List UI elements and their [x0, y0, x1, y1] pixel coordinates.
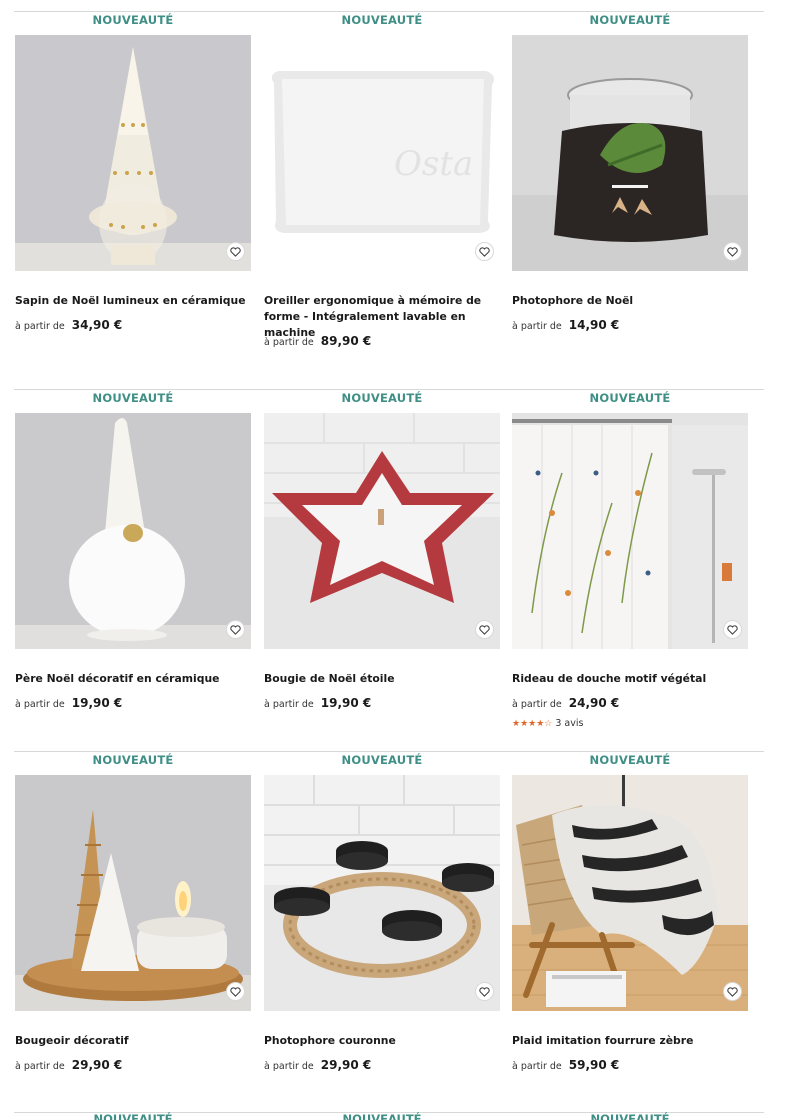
- heart-outline-icon: [230, 986, 241, 997]
- new-badge: NOUVEAUTÉ: [92, 391, 174, 405]
- favorite-button[interactable]: [475, 982, 494, 1001]
- row-divider: [14, 389, 764, 390]
- favorite-button[interactable]: [226, 242, 245, 261]
- product-image[interactable]: [264, 413, 500, 649]
- new-badge: NOUVEAUTÉ: [590, 1112, 670, 1120]
- price-row: à partir de 89,90 €: [264, 334, 371, 348]
- price-prefix: à partir de: [264, 337, 314, 348]
- heart-outline-icon: [727, 246, 738, 257]
- product-price: 89,90 €: [320, 334, 372, 348]
- row-divider: [14, 11, 764, 12]
- new-badge: NOUVEAUTÉ: [341, 13, 423, 27]
- favorite-button[interactable]: [723, 982, 742, 1001]
- new-badge: NOUVEAUTÉ: [342, 1112, 422, 1120]
- favorite-button[interactable]: [723, 242, 742, 261]
- product-image[interactable]: Osta: [264, 35, 500, 271]
- product-name[interactable]: Sapin de Noël lumineux en céramique: [15, 293, 255, 309]
- new-badge: NOUVEAUTÉ: [589, 391, 671, 405]
- product-name[interactable]: Bougie de Noël étoile: [264, 671, 504, 687]
- heart-outline-icon: [479, 624, 490, 635]
- product-price: 29,90 €: [320, 1058, 372, 1072]
- heart-outline-icon: [479, 246, 490, 257]
- heart-outline-icon: [479, 986, 490, 997]
- product-name[interactable]: Bougeoir décoratif: [15, 1033, 255, 1049]
- price-row: à partir de 29,90 €: [15, 1058, 122, 1072]
- product-image[interactable]: [15, 413, 251, 649]
- price-prefix: à partir de: [512, 321, 562, 332]
- price-row: à partir de 59,90 €: [512, 1058, 619, 1072]
- price-row: à partir de 34,90 €: [15, 318, 122, 332]
- new-badge: NOUVEAUTÉ: [93, 1112, 173, 1120]
- favorite-button[interactable]: [226, 982, 245, 1001]
- product-image[interactable]: [512, 413, 748, 649]
- price-row: à partir de 24,90 €: [512, 696, 619, 710]
- product-image[interactable]: [15, 35, 251, 271]
- heart-outline-icon: [230, 246, 241, 257]
- new-badge: NOUVEAUTÉ: [589, 13, 671, 27]
- new-badge: NOUVEAUTÉ: [92, 753, 174, 767]
- new-badge: NOUVEAUTÉ: [589, 753, 671, 767]
- new-badge: NOUVEAUTÉ: [92, 13, 174, 27]
- review-count[interactable]: 3 avis: [555, 718, 583, 729]
- svg-text:Osta: Osta: [394, 144, 473, 184]
- price-prefix: à partir de: [264, 699, 314, 710]
- product-price: 19,90 €: [320, 696, 372, 710]
- product-image[interactable]: [512, 35, 748, 271]
- new-badge: NOUVEAUTÉ: [341, 753, 423, 767]
- product-price: 19,90 €: [71, 696, 123, 710]
- price-row: à partir de 19,90 €: [15, 696, 122, 710]
- product-name[interactable]: Père Noël décoratif en céramique: [15, 671, 255, 687]
- heart-outline-icon: [230, 624, 241, 635]
- product-name[interactable]: Rideau de douche motif végétal: [512, 671, 752, 687]
- heart-outline-icon: [727, 624, 738, 635]
- heart-outline-icon: [727, 986, 738, 997]
- favorite-button[interactable]: [475, 620, 494, 639]
- favorite-button[interactable]: [723, 620, 742, 639]
- product-name[interactable]: Photophore de Noël: [512, 293, 752, 309]
- price-prefix: à partir de: [15, 321, 65, 332]
- price-prefix: à partir de: [512, 699, 562, 710]
- star-rating-icon: ★★★★☆: [512, 718, 553, 729]
- price-prefix: à partir de: [15, 699, 65, 710]
- price-prefix: à partir de: [264, 1061, 314, 1072]
- product-price: 29,90 €: [71, 1058, 123, 1072]
- product-price: 34,90 €: [71, 318, 123, 332]
- favorite-button[interactable]: [475, 242, 494, 261]
- product-image[interactable]: [15, 775, 251, 1011]
- product-image[interactable]: [264, 775, 500, 1011]
- price-prefix: à partir de: [15, 1061, 65, 1072]
- price-prefix: à partir de: [512, 1061, 562, 1072]
- product-grid: NOUVEAUTÉ Sapin de Noël lumineux en céra…: [0, 0, 800, 1120]
- favorite-button[interactable]: [226, 620, 245, 639]
- product-price: 59,90 €: [568, 1058, 620, 1072]
- product-image[interactable]: [512, 775, 748, 1011]
- product-price: 14,90 €: [568, 318, 620, 332]
- price-row: à partir de 14,90 €: [512, 318, 619, 332]
- price-row: à partir de 19,90 €: [264, 696, 371, 710]
- product-price: 24,90 €: [568, 696, 620, 710]
- new-badge: NOUVEAUTÉ: [341, 391, 423, 405]
- row-divider: [14, 751, 764, 752]
- product-name[interactable]: Photophore couronne: [264, 1033, 504, 1049]
- product-rating[interactable]: ★★★★☆ 3 avis: [512, 718, 583, 729]
- product-name[interactable]: Plaid imitation fourrure zèbre: [512, 1033, 752, 1049]
- price-row: à partir de 29,90 €: [264, 1058, 371, 1072]
